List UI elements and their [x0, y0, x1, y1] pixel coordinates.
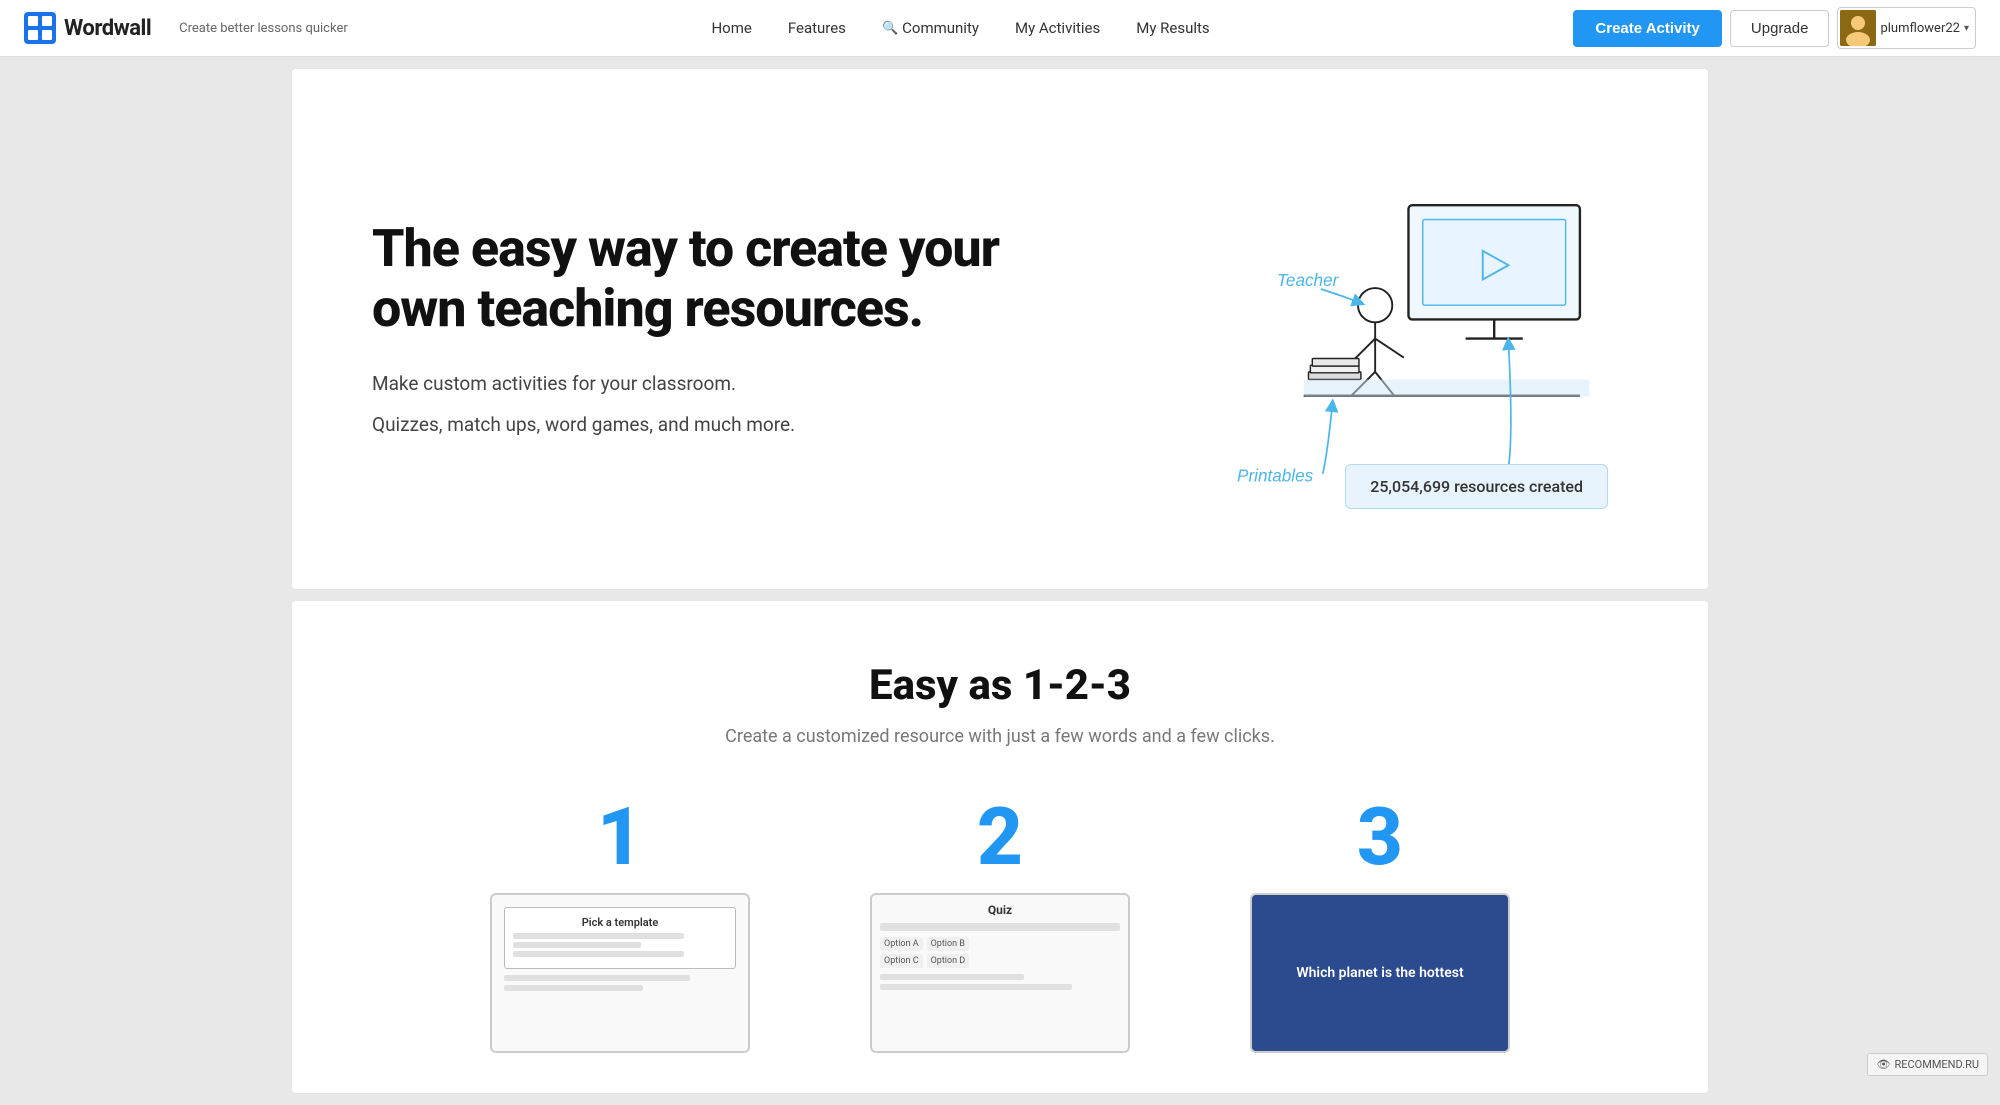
hero-subtitle-1: Make custom activities for your classroo…: [372, 370, 1063, 399]
hero-illustration: Teacher Printables Interactives 25,: [1208, 129, 1628, 529]
mock-answer-1: Option A: [880, 937, 923, 951]
mock-answer-3: Option C: [880, 954, 923, 968]
username-label: plumflower22: [1880, 21, 1960, 36]
avatar-image: [1840, 10, 1876, 46]
brand-logo-link[interactable]: Wordwall: [24, 12, 151, 44]
navbar: Wordwall Create better lessons quicker H…: [0, 0, 2000, 57]
quiz-line-2: [880, 974, 1024, 980]
mock-quiz-row-3: Option C Option D: [880, 954, 1120, 968]
nav-home[interactable]: Home: [695, 11, 767, 45]
step-2-screenshot: Quiz Option A Option B Option C Option D: [870, 893, 1130, 1053]
create-activity-button[interactable]: Create Activity: [1573, 10, 1722, 47]
recommend-label: RECOMMEND.RU: [1894, 1058, 1979, 1071]
nav-my-activities[interactable]: My Activities: [999, 11, 1116, 45]
step-3-screenshot: Which planet is the hottest: [1250, 893, 1510, 1053]
user-menu-button[interactable]: plumflower22 ▾: [1837, 7, 1976, 49]
step-1-screenshot: Pick a template: [490, 893, 750, 1053]
chevron-down-icon: ▾: [1964, 23, 1969, 34]
nav-features[interactable]: Features: [772, 11, 862, 45]
nav-community[interactable]: 🔍 Community: [866, 11, 995, 45]
svg-text:Printables: Printables: [1237, 465, 1314, 485]
easy-section: Easy as 1-2-3 Create a customized resour…: [292, 601, 1708, 1093]
hero-text: The easy way to create your own teaching…: [372, 219, 1063, 440]
step-3: 3 Which planet is the hottest: [1210, 797, 1550, 1053]
hero-title: The easy way to create your own teaching…: [372, 219, 1063, 339]
upgrade-button[interactable]: Upgrade: [1730, 10, 1830, 47]
quiz-line-1: [880, 923, 1120, 931]
nav-my-results[interactable]: My Results: [1120, 11, 1225, 45]
recommend-icon: 👁: [1876, 1058, 1890, 1071]
step-2: 2 Quiz Option A Option B Option C: [830, 797, 1170, 1053]
wordwall-logo-icon: [24, 12, 56, 44]
navbar-right: Create Activity Upgrade plumflower22 ▾: [1573, 7, 1976, 49]
step-3-number: 3: [1357, 797, 1403, 877]
brand-logo: Wordwall: [24, 12, 151, 44]
step-2-quiz: Quiz Option A Option B Option C Option D: [872, 895, 1128, 1051]
resources-badge: 25,054,699 resources created: [1345, 464, 1608, 509]
quiz-label: Quiz: [880, 903, 1120, 917]
hero-subtitle-2: Quizzes, match ups, word games, and much…: [372, 411, 1063, 440]
nav-links: Home Features 🔍 Community My Activities …: [348, 11, 1574, 45]
mock-answer-2: Option B: [927, 937, 969, 951]
easy-section-subtitle: Create a customized resource with just a…: [332, 726, 1668, 747]
step-2-number: 2: [977, 797, 1023, 877]
step-1-template-label: Pick a template: [504, 907, 736, 969]
easy-section-title: Easy as 1-2-3: [332, 661, 1668, 710]
quiz-line-3: [880, 984, 1072, 990]
step-3-text: Which planet is the hottest: [1280, 949, 1479, 997]
mock-line-1: [513, 933, 684, 939]
mock-line-4: [504, 975, 690, 981]
recommend-badge: 👁 RECOMMEND.RU: [1867, 1053, 1988, 1076]
page-content: The easy way to create your own teaching…: [280, 57, 1720, 1105]
search-icon: 🔍: [882, 21, 898, 36]
brand-name: Wordwall: [64, 16, 151, 41]
avatar: [1840, 10, 1876, 46]
mock-line-2: [513, 942, 641, 948]
step-1: 1 Pick a template: [450, 797, 790, 1053]
step-1-screenshot-inner: Pick a template: [492, 895, 748, 1051]
nav-community-label: Community: [902, 19, 979, 37]
mock-answer-4: Option D: [927, 954, 970, 968]
mock-line-5: [504, 985, 643, 991]
hero-section: The easy way to create your own teaching…: [292, 69, 1708, 589]
brand-tagline: Create better lessons quicker: [179, 21, 348, 36]
mock-quiz-row-1: [880, 923, 1120, 934]
svg-text:Teacher: Teacher: [1277, 270, 1340, 290]
mock-quiz-row-2: Option A Option B: [880, 937, 1120, 951]
pick-template-label: Pick a template: [513, 916, 727, 929]
step-1-number: 1: [597, 797, 643, 877]
mock-line-3: [513, 951, 684, 957]
steps-row: 1 Pick a template 2: [332, 797, 1668, 1053]
